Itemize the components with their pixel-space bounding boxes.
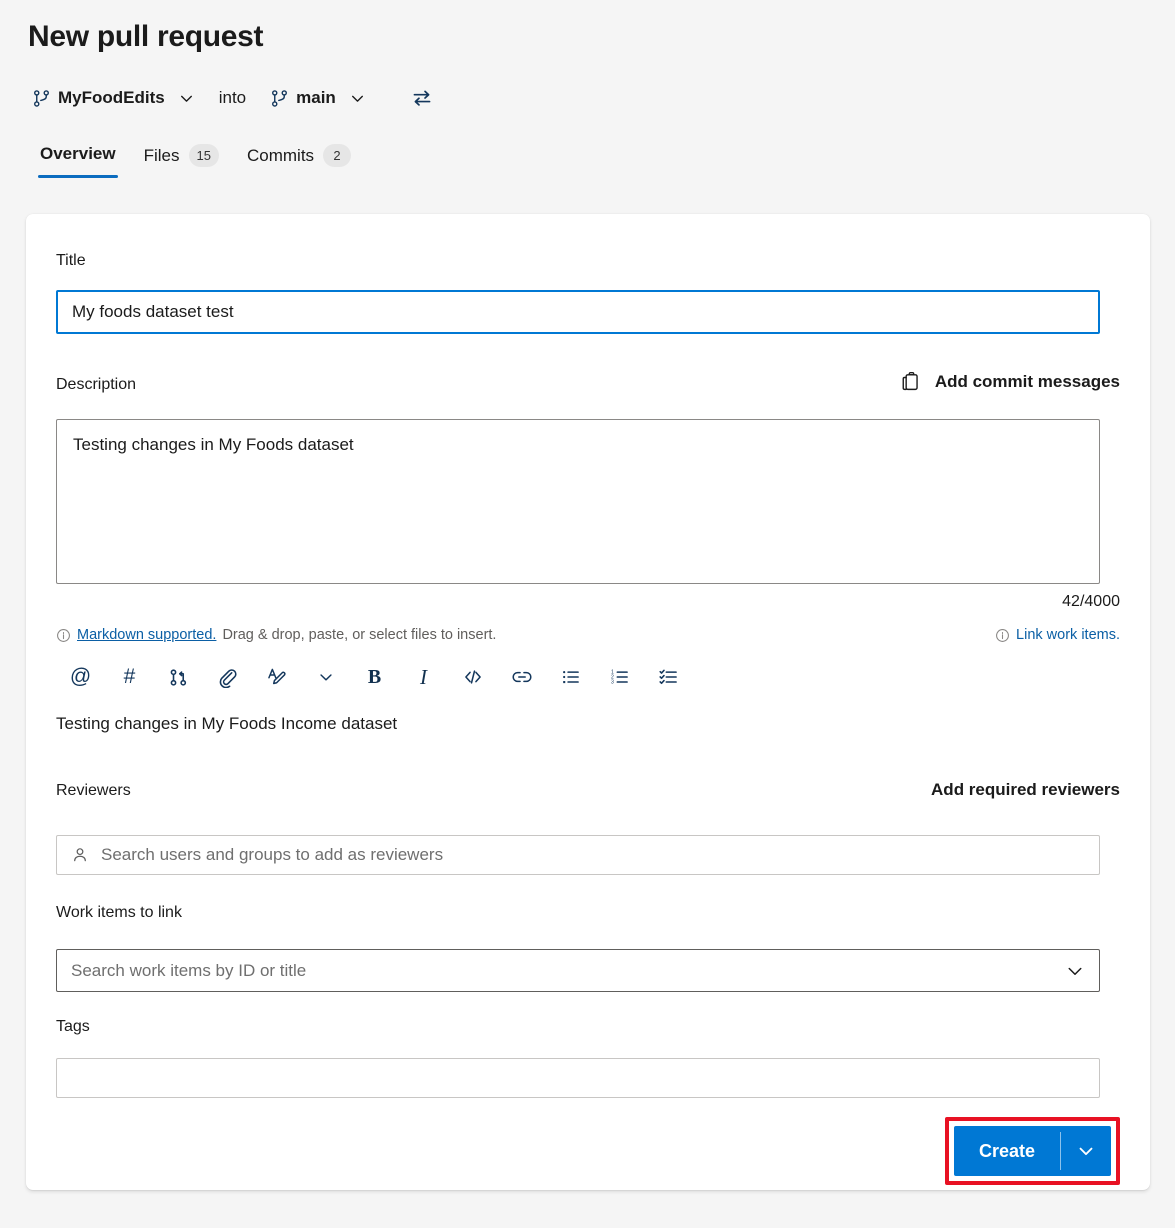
tags-input[interactable] bbox=[56, 1058, 1100, 1098]
branch-selector-bar: MyFoodEdits into main bbox=[28, 82, 436, 114]
reviewers-label: Reviewers bbox=[56, 782, 131, 800]
chevron-down-icon bbox=[1076, 1141, 1096, 1161]
title-field-label: Title bbox=[56, 252, 86, 270]
new-pull-request-page: New pull request MyFoodEdits into bbox=[0, 0, 1175, 1228]
target-branch-selector[interactable]: main bbox=[266, 86, 370, 110]
markdown-toolbar: @ # bbox=[56, 660, 693, 694]
clipboard-icon bbox=[900, 370, 922, 393]
source-branch-selector[interactable]: MyFoodEdits bbox=[28, 86, 199, 110]
swap-branches-button[interactable] bbox=[408, 84, 436, 112]
bold-icon[interactable]: B bbox=[350, 660, 399, 694]
source-branch-name: MyFoodEdits bbox=[58, 88, 165, 108]
description-textarea[interactable] bbox=[56, 419, 1100, 584]
checklist-icon[interactable] bbox=[644, 660, 693, 694]
into-label: into bbox=[219, 88, 246, 108]
create-dropdown-button[interactable] bbox=[1061, 1126, 1111, 1176]
info-circle-icon bbox=[56, 628, 71, 643]
tab-files-badge: 15 bbox=[189, 144, 219, 167]
add-commit-messages-button[interactable]: Add commit messages bbox=[900, 370, 1120, 393]
tab-files[interactable]: Files 15 bbox=[130, 140, 233, 181]
numbered-list-icon[interactable]: 1 2 3 bbox=[595, 660, 644, 694]
chevron-down-icon[interactable] bbox=[1065, 961, 1085, 981]
work-items-label: Work items to link bbox=[56, 904, 182, 922]
page-title: New pull request bbox=[28, 20, 263, 54]
description-field-label: Description bbox=[56, 376, 136, 394]
link-work-items-link[interactable]: Link work items. bbox=[995, 627, 1120, 643]
code-icon[interactable] bbox=[448, 660, 497, 694]
link-work-items-label: Link work items. bbox=[1016, 627, 1120, 643]
svg-text:3: 3 bbox=[610, 679, 613, 685]
work-item-hash-icon[interactable]: # bbox=[105, 660, 154, 694]
pr-tabs: Overview Files 15 Commits 2 bbox=[26, 140, 365, 181]
markdown-supported-link[interactable]: Markdown supported. bbox=[77, 627, 216, 643]
tab-overview-label: Overview bbox=[40, 144, 116, 164]
reviewers-search-input[interactable]: Search users and groups to add as review… bbox=[56, 835, 1100, 875]
branch-icon bbox=[32, 89, 51, 108]
italic-icon[interactable]: I bbox=[399, 660, 448, 694]
description-helper-row: Markdown supported. Drag & drop, paste, … bbox=[56, 627, 1120, 643]
add-required-reviewers-button[interactable]: Add required reviewers bbox=[931, 780, 1120, 800]
tab-overview[interactable]: Overview bbox=[26, 140, 130, 178]
bulleted-list-icon[interactable] bbox=[546, 660, 595, 694]
create-button[interactable]: Create bbox=[954, 1126, 1060, 1176]
chevron-down-icon bbox=[349, 90, 366, 107]
pr-form-card: Title Description Add commit messages 42… bbox=[26, 214, 1150, 1190]
info-circle-icon bbox=[995, 628, 1010, 643]
tags-label: Tags bbox=[56, 1018, 90, 1036]
format-text-icon[interactable] bbox=[252, 660, 301, 694]
link-icon[interactable] bbox=[497, 660, 546, 694]
chevron-down-icon bbox=[178, 90, 195, 107]
mention-icon[interactable]: @ bbox=[56, 660, 105, 694]
attach-icon[interactable] bbox=[203, 660, 252, 694]
reviewers-placeholder: Search users and groups to add as review… bbox=[101, 845, 443, 865]
add-commit-messages-label: Add commit messages bbox=[935, 372, 1120, 392]
tab-commits-badge: 2 bbox=[323, 144, 351, 167]
work-items-search-combobox[interactable]: Search work items by ID or title bbox=[56, 949, 1100, 992]
target-branch-name: main bbox=[296, 88, 336, 108]
chevron-down-icon[interactable] bbox=[301, 660, 350, 694]
work-items-placeholder: Search work items by ID or title bbox=[71, 961, 306, 981]
character-counter: 42/4000 bbox=[1062, 593, 1120, 611]
markdown-hint-text: Drag & drop, paste, or select files to i… bbox=[222, 627, 496, 643]
swap-arrows-icon bbox=[411, 87, 433, 109]
tab-commits-label: Commits bbox=[247, 146, 314, 166]
branch-icon bbox=[270, 89, 289, 108]
tab-commits[interactable]: Commits 2 bbox=[233, 140, 365, 181]
pull-request-icon[interactable] bbox=[154, 660, 203, 694]
markdown-hint-group: Markdown supported. Drag & drop, paste, … bbox=[56, 627, 496, 643]
person-icon bbox=[71, 846, 89, 864]
title-input[interactable] bbox=[56, 290, 1100, 334]
tab-files-label: Files bbox=[144, 146, 180, 166]
create-button-group: Create bbox=[954, 1126, 1111, 1176]
description-preview-text: Testing changes in My Foods Income datas… bbox=[56, 714, 397, 734]
